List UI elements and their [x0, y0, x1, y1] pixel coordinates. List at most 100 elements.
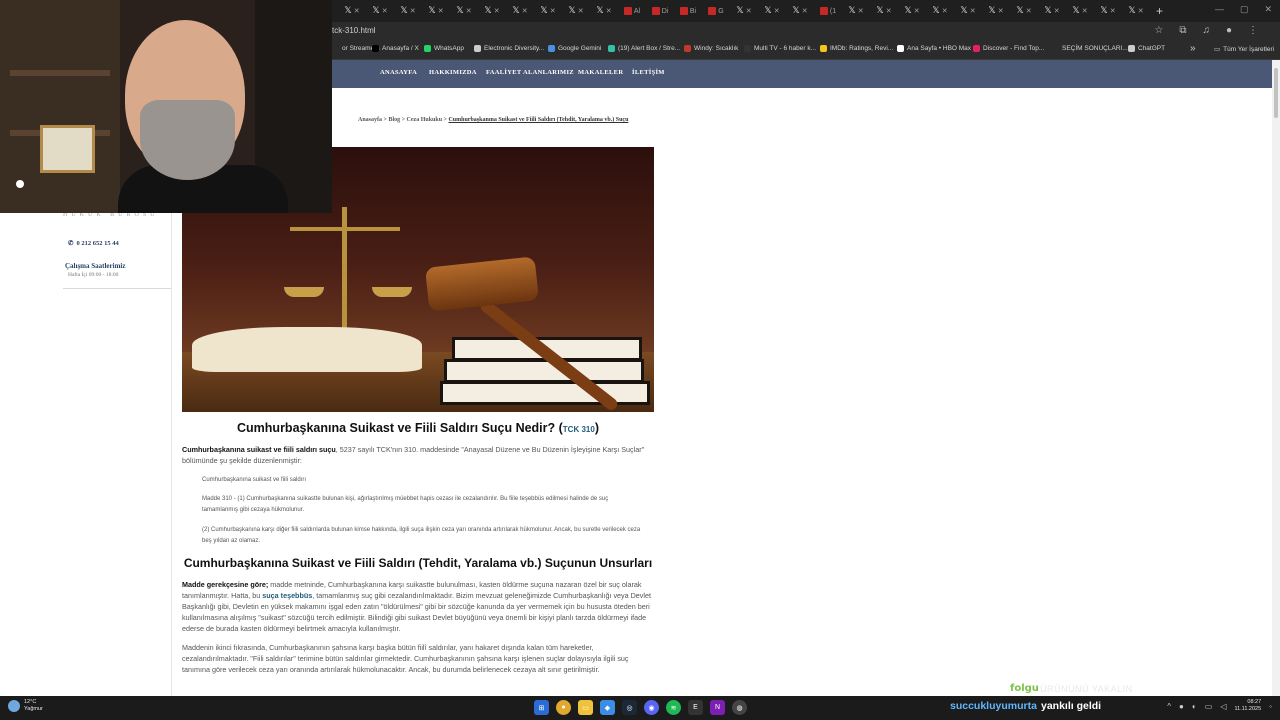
browser-tab[interactable]: 𝕏 ✕ — [1122, 0, 1150, 22]
browser-tab[interactable]: Di — [646, 0, 674, 22]
steam-icon[interactable]: ◎ — [622, 700, 637, 715]
browser-tab[interactable]: 𝕏 ✕ — [366, 0, 394, 22]
browser-tab[interactable]: 𝕏 ✕ — [1038, 0, 1066, 22]
close-tab-icon[interactable]: ✕ — [914, 7, 920, 15]
close-tab-icon[interactable]: ✕ — [858, 7, 864, 15]
extensions-icon[interactable]: ⧉ — [1179, 25, 1186, 36]
close-tab-icon[interactable]: ✕ — [802, 7, 808, 15]
new-tab-button[interactable]: + — [1156, 4, 1163, 18]
browser-tab[interactable]: 𝕏 ✕ — [562, 0, 590, 22]
close-tab-icon[interactable]: ✕ — [578, 7, 584, 15]
bookmark-item[interactable]: IMDb: Ratings, Revi... — [820, 45, 893, 52]
url-field[interactable]: tck-310.html — [332, 26, 376, 35]
bookmark-item[interactable]: Electronic Diversity... — [474, 45, 544, 52]
nav-item[interactable]: MAKALELER — [578, 69, 623, 76]
weather-widget[interactable]: 12°C Yağmur — [8, 699, 43, 713]
browser-tab[interactable]: 𝕏 ✕ — [982, 0, 1010, 22]
discord-icon[interactable]: ◉ — [644, 700, 659, 715]
close-icon[interactable]: ✕ — [1264, 4, 1272, 15]
network-icon[interactable]: ▭ — [1205, 702, 1213, 711]
close-tab-icon[interactable]: ✕ — [1026, 7, 1032, 15]
breadcrumb-blog[interactable]: Blog — [388, 117, 400, 123]
close-tab-icon[interactable]: ✕ — [886, 7, 892, 15]
browser-tab[interactable]: 𝕏 ✕ — [450, 0, 478, 22]
nav-item[interactable]: İLETİŞİM — [632, 69, 665, 76]
bookmark-item[interactable]: Discover - Find Top... — [973, 45, 1044, 52]
bookmark-star-icon[interactable]: ☆ — [1154, 25, 1163, 36]
close-tab-icon[interactable]: ✕ — [494, 7, 500, 15]
breadcrumb-category[interactable]: Ceza Hukuku — [407, 117, 443, 123]
close-tab-icon[interactable]: ✕ — [774, 7, 780, 15]
tck-310-link[interactable]: TCK 310 — [563, 425, 595, 434]
browser-tab[interactable]: 𝕏 ✕ — [422, 0, 450, 22]
browser-tab[interactable]: (1 — [814, 0, 842, 22]
bookmark-item[interactable]: Anasayfa / X — [372, 45, 419, 52]
microphone-icon[interactable]: ● — [1179, 702, 1184, 711]
nav-item[interactable]: ANASAYFA — [380, 69, 417, 76]
media-icon[interactable]: ♫ — [1202, 25, 1210, 36]
maximize-icon[interactable]: ▢ — [1240, 4, 1249, 15]
menu-icon[interactable]: ⋮ — [1248, 25, 1258, 36]
volume-icon[interactable]: ◁ — [1220, 702, 1226, 711]
page-scrollbar[interactable] — [1272, 60, 1280, 696]
browser-tab[interactable]: 𝕏 ✕ — [1066, 0, 1094, 22]
profile-icon[interactable]: ● — [1226, 25, 1232, 36]
bookmark-item[interactable]: Ana Sayfa • HBO Max — [897, 45, 971, 52]
obs-icon[interactable]: ◍ — [732, 700, 747, 715]
close-tab-icon[interactable]: ✕ — [466, 7, 472, 15]
close-tab-icon[interactable]: ✕ — [1082, 7, 1088, 15]
close-tab-icon[interactable]: ✕ — [942, 7, 948, 15]
browser-tab[interactable]: 𝕏 ✕ — [730, 0, 758, 22]
bookmark-item[interactable]: SEÇİM SONUÇLARI... — [1052, 45, 1128, 52]
bookmark-item[interactable]: ChatGPT — [1128, 45, 1165, 52]
browser-tab[interactable]: 𝕏 ✕ — [590, 0, 618, 22]
browser-tab[interactable]: 𝕏 ✕ — [898, 0, 926, 22]
close-tab-icon[interactable]: ✕ — [522, 7, 528, 15]
close-tab-icon[interactable]: ✕ — [606, 7, 612, 15]
nav-item[interactable]: FAALİYET ALANLARIMIZ — [486, 69, 574, 76]
browser-tab[interactable]: 𝕏 ✕ — [1010, 0, 1038, 22]
bookmark-item[interactable]: Multi TV - 6 haber k... — [744, 45, 816, 52]
close-tab-icon[interactable]: ✕ — [438, 7, 444, 15]
bookmark-item[interactable]: Windy: Sıcaklık — [684, 45, 738, 52]
close-tab-icon[interactable]: ✕ — [998, 7, 1004, 15]
close-tab-icon[interactable]: ✕ — [410, 7, 416, 15]
file-explorer-icon[interactable]: ▭ — [578, 700, 593, 715]
bookmark-item[interactable]: Google Gemini — [548, 45, 601, 52]
browser-tab[interactable]: 𝕏 ✕ — [954, 0, 982, 22]
browser-tab[interactable]: G — [702, 0, 730, 22]
browser-tab[interactable]: 𝕏 ✕ — [506, 0, 534, 22]
browser-tab[interactable]: 𝕏 ✕ — [758, 0, 786, 22]
browser-tab[interactable]: Al — [618, 0, 646, 22]
browser-tab[interactable]: 𝕏 ✕ — [1094, 0, 1122, 22]
clock[interactable]: 08:27 11.11.2025 — [1234, 699, 1261, 713]
app-icon[interactable]: ◆ — [600, 700, 615, 715]
language-icon[interactable]: ◐ — [1192, 702, 1197, 711]
breadcrumb-current[interactable]: Cumhurbaşkanına Suikast ve Fiili Saldırı… — [448, 117, 628, 123]
close-tab-icon[interactable]: ✕ — [746, 7, 752, 15]
suca-tesebbus-link[interactable]: suça teşebbüs — [262, 591, 312, 600]
spotify-icon[interactable]: ≋ — [666, 700, 681, 715]
browser-tab[interactable]: 𝕏 ✕ — [478, 0, 506, 22]
browser-tab[interactable]: 𝕏 ✕ — [394, 0, 422, 22]
close-tab-icon[interactable]: ✕ — [550, 7, 556, 15]
nav-item[interactable]: HAKKIMIZDA — [429, 69, 477, 76]
bookmark-item[interactable]: WhatsApp — [424, 45, 464, 52]
browser-tab[interactable]: Bi — [674, 0, 702, 22]
breadcrumb-home[interactable]: Anasayfa — [358, 117, 382, 123]
browser-tab[interactable]: 𝕏 ✕ — [926, 0, 954, 22]
browser-tab[interactable]: 𝕏 ✕ — [786, 0, 814, 22]
start-icon[interactable]: ⊞ — [534, 700, 549, 715]
notifications-icon[interactable]: ◦ — [1269, 702, 1272, 711]
bookmarks-more-button[interactable]: » — [1190, 43, 1196, 54]
app-icon[interactable]: N — [710, 700, 725, 715]
all-bookmarks-button[interactable]: ▭ Tüm Yer İşaretleri — [1214, 45, 1274, 54]
close-tab-icon[interactable]: ✕ — [1110, 7, 1116, 15]
close-tab-icon[interactable]: ✕ — [354, 7, 360, 15]
close-tab-icon[interactable]: ✕ — [970, 7, 976, 15]
browser-tab[interactable]: 𝕏 ✕ — [870, 0, 898, 22]
browser-tab[interactable]: 𝕏 ✕ — [338, 0, 366, 22]
epic-games-icon[interactable]: E — [688, 700, 703, 715]
bookmark-item[interactable]: (19) Alert Box / Stre... — [608, 45, 680, 52]
browser-tab[interactable]: 𝕏 ✕ — [842, 0, 870, 22]
